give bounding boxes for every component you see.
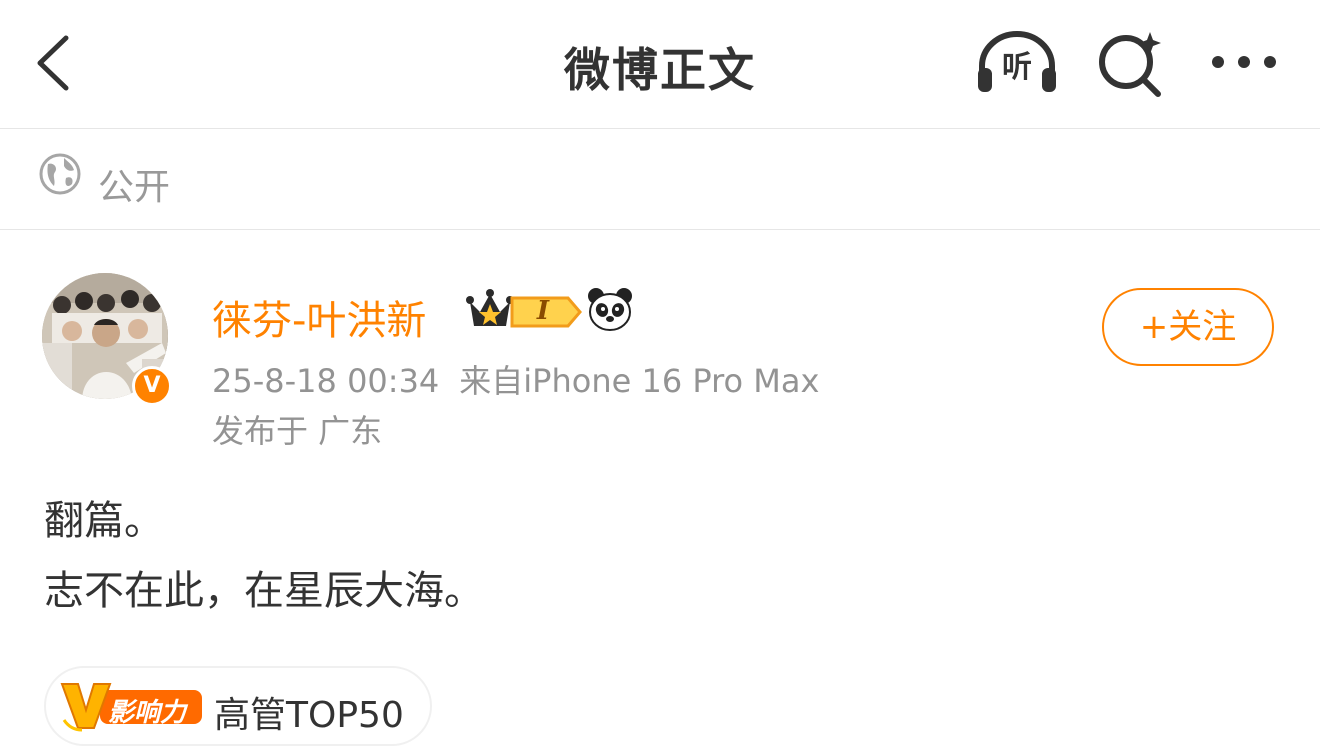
post-content: 翻篇。 志不在此，在星辰大海。 <box>44 486 484 626</box>
post-line: 志不在此，在星辰大海。 <box>44 568 484 614</box>
globe-icon <box>39 153 81 195</box>
post-source: 来自iPhone 16 Pro Max <box>459 362 820 400</box>
author-name[interactable]: 徕芬-叶洪新 <box>212 288 426 346</box>
influence-label: 高管TOP50 <box>214 695 404 736</box>
top-navbar: 微博正文 听 <box>0 0 1320 129</box>
level-badge-label: I <box>536 296 550 326</box>
influence-badge-label: 影响力 <box>108 698 187 728</box>
visibility-label: 公开 <box>98 167 171 208</box>
follow-button[interactable]: +关注 <box>1102 288 1274 366</box>
search-button[interactable] <box>1096 28 1166 98</box>
post-timestamp: 25-8-18 00:34 <box>212 362 440 400</box>
post-meta: 25-8-18 00:34 来自iPhone 16 Pro Max <box>212 356 819 402</box>
search-sparkle-icon <box>1099 32 1161 97</box>
crown-icon <box>466 289 514 326</box>
verified-badge: V <box>132 366 172 406</box>
post-line: 翻篇。 <box>44 498 164 544</box>
post-location: 发布于 广东 <box>212 412 383 450</box>
listen-label: 听 <box>1002 50 1032 85</box>
more-dots-icon <box>1212 56 1276 68</box>
more-button[interactable] <box>1204 40 1284 84</box>
panda-icon <box>588 288 632 331</box>
visibility-bar <box>0 129 1320 230</box>
listen-button[interactable]: 听 <box>974 28 1060 98</box>
